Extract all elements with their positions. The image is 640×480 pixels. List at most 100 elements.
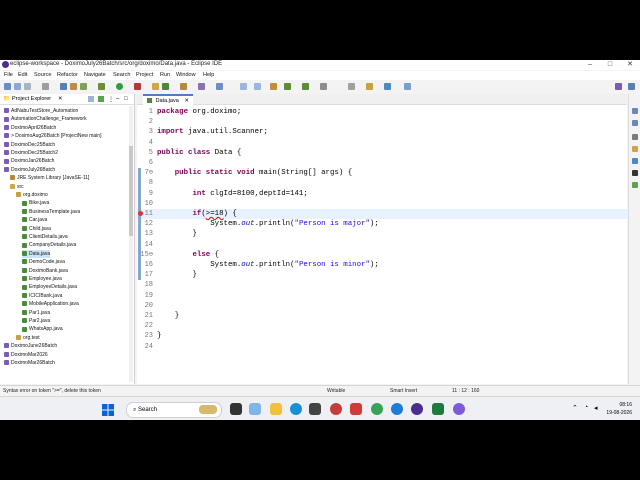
tree-item[interactable]: Employee.java (22, 275, 62, 283)
next-annotation-icon[interactable] (240, 83, 247, 90)
gmail-icon[interactable] (350, 403, 362, 415)
chevron-up-icon[interactable]: ⌃ (572, 404, 578, 412)
tree-item[interactable]: DoximoDec25Batch (4, 141, 55, 149)
tree-item[interactable]: src (10, 183, 24, 191)
tree-item[interactable]: > DoximoAug26Batch [ProjectNew main] (4, 132, 101, 140)
coverage-icon[interactable] (134, 83, 141, 90)
code-line[interactable]: 14 (137, 240, 627, 250)
code-line[interactable]: 19 (137, 291, 627, 301)
menu-project[interactable]: Project (136, 72, 153, 78)
app-red-icon[interactable] (330, 403, 342, 415)
tree-item[interactable]: DoximoJan26Batch (4, 157, 54, 165)
view-menu-icon[interactable]: ⋮ (108, 96, 114, 103)
tree-item[interactable]: DoximoDec25Batch2 (4, 149, 58, 157)
eclipse-taskbar-icon[interactable] (411, 403, 423, 415)
open-type-icon[interactable] (180, 83, 187, 90)
java-perspective-icon[interactable] (615, 83, 622, 90)
save-all-icon[interactable] (24, 83, 31, 90)
task-list-icon[interactable] (632, 120, 638, 126)
annotation-icon[interactable] (216, 83, 223, 90)
menu-source[interactable]: Source (34, 72, 51, 78)
clock-date[interactable]: 19-08-2026 (598, 410, 632, 416)
toolbar-extra-icon[interactable] (348, 83, 355, 90)
new-icon[interactable] (4, 83, 11, 90)
debug-icon[interactable] (98, 83, 105, 90)
code-line[interactable]: 8 (137, 178, 627, 188)
store-icon[interactable] (309, 403, 321, 415)
tree-item[interactable]: DemoCode.java (22, 258, 65, 266)
tree-item[interactable]: DoximoBank.java (22, 267, 68, 275)
new-java-class-icon[interactable] (162, 83, 169, 90)
tree-item[interactable]: WhatsApp.java (22, 325, 63, 333)
code-line[interactable]: 11 if(>=18) { (137, 209, 627, 220)
step-icon[interactable] (80, 83, 87, 90)
tree-item[interactable]: Child.java (22, 225, 51, 233)
console-icon[interactable] (632, 170, 638, 176)
declaration-icon[interactable] (632, 158, 638, 164)
code-line[interactable]: 10 (137, 199, 627, 209)
chrome-icon[interactable] (371, 403, 383, 415)
tree-item[interactable]: Data.java (22, 249, 51, 258)
tree-item[interactable]: MobileApplication.java (22, 300, 79, 308)
code-line[interactable]: 1 package org.doximo; (137, 107, 627, 117)
widgets-icon[interactable] (249, 403, 261, 415)
menu-navigate[interactable]: Navigate (84, 72, 106, 78)
code-line[interactable]: 3 import java.util.Scanner; (137, 127, 627, 137)
taskbar-search-box[interactable]: ⌕ Search (126, 402, 222, 418)
tree-item[interactable]: org.doximo (16, 191, 48, 199)
wifi-icon[interactable]: ◔ (584, 404, 588, 411)
code-line[interactable]: 23} (137, 331, 627, 341)
code-line[interactable]: 22 (137, 321, 627, 331)
menu-search[interactable]: Search (113, 72, 130, 78)
debug-settings-icon[interactable] (60, 83, 67, 90)
terminal-icon[interactable] (42, 83, 49, 90)
tree-item[interactable]: DoximoJuly26Batch (4, 166, 55, 174)
tree-item[interactable]: DoximoJune26Batch (4, 342, 57, 350)
save-icon[interactable] (14, 83, 21, 90)
pin-editor-icon[interactable] (320, 83, 327, 90)
excel-icon[interactable] (432, 403, 444, 415)
problems-icon[interactable] (632, 134, 638, 140)
code-line[interactable]: 16 System.out.println("Person is minor")… (137, 260, 627, 270)
tree-item[interactable]: EmployeeDetails.java (22, 283, 77, 291)
perspective-icon[interactable] (404, 83, 411, 90)
tree-item[interactable]: CompanyDetails.java (22, 241, 76, 249)
tree-item[interactable]: DoximoMar2026 (4, 351, 48, 359)
tree-item[interactable]: BusinessTemplate.java (22, 208, 80, 216)
clock-time[interactable]: 08:16 (606, 402, 632, 408)
menu-file[interactable]: File (4, 72, 13, 78)
prev-annotation-icon[interactable] (254, 83, 261, 90)
link-editor-icon[interactable] (98, 96, 104, 102)
tree-item[interactable]: JRE System Library [JavaSE-11] (10, 174, 89, 182)
minimize-button[interactable]: – (580, 60, 600, 70)
javadoc-icon[interactable] (632, 146, 638, 152)
speaker-icon[interactable]: ◂ (594, 404, 598, 412)
code-line[interactable]: 4 (137, 138, 627, 148)
code-line[interactable]: 24 (137, 342, 627, 352)
menu-edit[interactable]: Edit (18, 72, 27, 78)
code-line[interactable]: 20 (137, 301, 627, 311)
tree-item[interactable]: DoximoMar26Batch (4, 359, 55, 367)
tree-item[interactable]: AdNabuTestStore_Automation (4, 107, 78, 115)
code-line[interactable]: 6 (137, 158, 627, 168)
error-marker-icon[interactable] (138, 211, 143, 216)
last-edit-icon[interactable] (270, 83, 277, 90)
maximize-button[interactable]: □ (600, 60, 620, 70)
outline-icon[interactable] (632, 108, 638, 114)
close-window-button[interactable]: ✕ (620, 60, 640, 70)
tree-item[interactable]: ICICIBank.java (22, 292, 62, 300)
collapse-all-icon[interactable] (88, 96, 94, 102)
tab-close-icon[interactable]: ✕ (184, 98, 189, 104)
skip-breakpoints-icon[interactable] (70, 83, 77, 90)
code-line[interactable]: 2 (137, 117, 627, 127)
tree-item[interactable]: Car.java (22, 216, 47, 224)
code-line[interactable]: 21 } (137, 311, 627, 321)
teams-icon[interactable] (453, 403, 465, 415)
edge-icon[interactable] (290, 403, 302, 415)
new-java-package-icon[interactable] (152, 83, 159, 90)
windows-start-icon[interactable] (102, 403, 114, 416)
code-line[interactable]: 13 } (137, 229, 627, 239)
minimize-view-icon[interactable]: – (116, 96, 119, 102)
back-icon[interactable] (284, 83, 291, 90)
code-line[interactable]: 17 } (137, 270, 627, 280)
